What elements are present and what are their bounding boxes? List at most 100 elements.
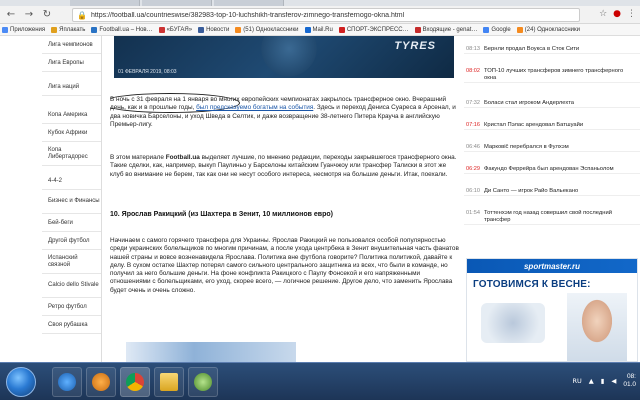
start-button[interactable]	[6, 367, 36, 397]
explorer-taskbar-button[interactable]	[154, 367, 184, 397]
news-headline: Марковič перебрался в Фулхэм	[484, 144, 569, 150]
article-subheading: 10. Ярослав Ракицкий (из Шахтера в Зенит…	[110, 211, 333, 218]
app-taskbar-button[interactable]	[188, 367, 218, 397]
article-date: 01 ФЕВРАЛЯ 2019, 08:03	[118, 69, 177, 75]
sidebar-item[interactable]: Бизнес и Финансы	[42, 190, 101, 214]
sidebar-item[interactable]: Ретро футбол	[42, 298, 101, 316]
ie-icon	[58, 373, 76, 391]
bookmark-item[interactable]: Входящие - genat…	[414, 26, 477, 33]
news-headline: Боласи стал игроком Андерлехта	[484, 100, 575, 106]
news-item[interactable]: 06:46 Марковič перебрался в Фулхэм	[464, 142, 640, 153]
bookmark-icon	[235, 26, 242, 33]
bookmark-item[interactable]: Яплакать	[51, 26, 85, 33]
system-tray: RU ▲ ▮ ◀ 08: 01.0	[572, 373, 636, 389]
sidebar-item[interactable]: Лига чемпионов	[42, 36, 101, 54]
article-hero-image: TYRES 01 ФЕВРАЛЯ 2019, 08:03	[114, 36, 454, 78]
sidebar-item[interactable]: Копа Америка	[42, 106, 101, 124]
sidebar-item[interactable]: 4-4-2	[42, 172, 101, 190]
media-taskbar-button[interactable]	[86, 367, 116, 397]
news-headline: Бернли продал Воукса в Сток Сити	[484, 46, 580, 52]
news-item[interactable]: 07:16 Кристал Пэлас арендовал Батшуайи	[464, 120, 640, 131]
ad-product-image	[481, 303, 545, 343]
news-time: 07:16	[466, 122, 480, 128]
news-time: 06:29	[466, 166, 480, 172]
reload-icon[interactable]: ↻	[40, 8, 54, 22]
bookmark-icon	[51, 26, 58, 33]
news-time: 08:13	[466, 46, 480, 52]
ad-brand: sportmaster.ru	[467, 259, 637, 273]
article-paragraph-method: В этом материале Football.ua выделяет лу…	[110, 154, 457, 178]
sidebar-item[interactable]: Лига Европы	[42, 54, 101, 72]
forward-icon[interactable]: →	[22, 8, 36, 22]
news-headline: ТОП-10 лучших трансферов зимнего трансфе…	[484, 68, 624, 82]
sidebar-item[interactable]: Своя рубашка	[42, 316, 101, 334]
news-time: 01:54	[466, 210, 480, 216]
windows-taskbar: RU ▲ ▮ ◀ 08: 01.0	[0, 362, 640, 400]
article-inline-link[interactable]: был предсказуемо богатым на события	[196, 104, 313, 111]
bookmark-item[interactable]: Football.ua – Нов…	[91, 26, 153, 33]
bookmark-icon	[483, 26, 490, 33]
news-item[interactable]: 07:32 Боласи стал игроком Андерлехта	[464, 98, 640, 109]
news-item[interactable]: 01:54 Тоттенхэм год назад совершил свой п…	[464, 208, 640, 226]
news-time: 08:02	[466, 68, 480, 74]
category-sidebar: Лига чемпионов Лига Европы Лига наций Копа …	[42, 36, 102, 362]
language-indicator[interactable]: RU	[572, 377, 581, 385]
network-icon[interactable]: ▮	[601, 377, 605, 385]
news-feed-column: 08:13 Бернли продал Воукса в Сток Сити 08:…	[464, 36, 640, 362]
sidebar-item[interactable]: Calcio dello Stivale	[42, 274, 101, 298]
sportmaster-ad-banner[interactable]: sportmaster.ru ГОТОВИМСЯ К ВЕСНЕ:	[466, 258, 638, 362]
news-headline: Кристал Пэлас арендовал Батшуайи	[484, 122, 584, 128]
bookmark-icon	[338, 26, 345, 33]
chrome-icon	[126, 373, 144, 391]
system-clock[interactable]: 08: 01.0	[623, 373, 636, 389]
url-text: https://football.ua/countrieswise/382983…	[90, 11, 405, 19]
extension-icon[interactable]: ●	[613, 9, 621, 19]
sidebar-item[interactable]: Лига наций	[42, 78, 101, 96]
article-paragraph-intro: В ночь с 31 февраля на 1 января во многи…	[110, 96, 456, 128]
hero-ad-text: TYRES	[394, 40, 436, 52]
bookmark-icon	[158, 26, 165, 33]
bookmark-item[interactable]: СПОРТ-ЭКСПРЕСС…	[338, 26, 409, 33]
url-input[interactable]: 🔒 https://football.ua/countrieswise/3829…	[72, 8, 580, 22]
bookmark-item[interactable]: Mail.Ru	[304, 26, 333, 33]
ie-taskbar-button[interactable]	[52, 367, 82, 397]
article-paragraph-rakitskiy: Начинаем с самого горячего трансфера для…	[110, 237, 459, 294]
bookmark-item[interactable]: Google	[483, 26, 511, 33]
bookmark-item[interactable]: «БУГАЯ»	[158, 26, 192, 33]
bookmark-item[interactable]: (51) Одноклассники	[235, 26, 299, 33]
news-time: 06:46	[466, 144, 480, 150]
news-item[interactable]: 06:29 Факундо Феррейра был арендован Эспа…	[464, 164, 640, 175]
bookmark-item[interactable]: (24) Одноклассники	[516, 26, 580, 33]
news-item[interactable]: 08:13 Бернли продал Воукса в Сток Сити	[464, 44, 640, 55]
article-bottom-image	[126, 342, 296, 362]
address-bar-row: ← → ↻ 🔒 https://football.ua/countrieswis…	[0, 6, 640, 24]
folder-icon	[160, 373, 178, 391]
news-item[interactable]: 08:02 ТОП-10 лучших трансферов зимнего тр…	[464, 66, 640, 84]
tray-arrow-icon[interactable]: ▲	[589, 377, 594, 385]
sidebar-item[interactable]: Другой футбол	[42, 232, 101, 250]
sidebar-item[interactable]: Копа Либертадорес	[42, 142, 101, 166]
sidebar-item[interactable]: Бей-беги	[42, 214, 101, 232]
chrome-taskbar-button[interactable]	[120, 367, 150, 397]
bookmark-item[interactable]: Приложения	[2, 26, 45, 33]
bookmark-icon	[516, 26, 523, 33]
browser-toolbar-icons: ☆ ● ⋮	[599, 9, 636, 19]
article-main: TYRES 01 ФЕВРАЛЯ 2019, 08:03 В ночь с 31…	[110, 36, 462, 362]
ad-model-image	[567, 293, 627, 361]
news-item[interactable]: 06:10 Ди Санто — игрок Райо Вальекано	[464, 186, 640, 197]
news-time: 07:32	[466, 100, 480, 106]
sidebar-item[interactable]: Испанский связной	[42, 250, 101, 274]
bookmark-icon	[91, 26, 98, 33]
news-headline: Тоттенхэм год назад совершил свой послед…	[484, 210, 612, 224]
back-icon[interactable]: ←	[4, 8, 18, 22]
news-time: 06:10	[466, 188, 480, 194]
menu-icon[interactable]: ⋮	[627, 9, 636, 19]
sidebar-item[interactable]: Кубок Африки	[42, 124, 101, 142]
hero-player-figure	[254, 36, 324, 78]
news-headline: Ди Санто — игрок Райо Вальекано	[484, 188, 579, 194]
star-icon[interactable]: ☆	[599, 9, 607, 19]
news-headline: Факундо Феррейра был арендован Эспаньоло…	[484, 166, 614, 172]
app-icon	[194, 373, 212, 391]
bookmark-item[interactable]: Новости	[198, 26, 229, 33]
volume-icon[interactable]: ◀	[611, 377, 616, 385]
